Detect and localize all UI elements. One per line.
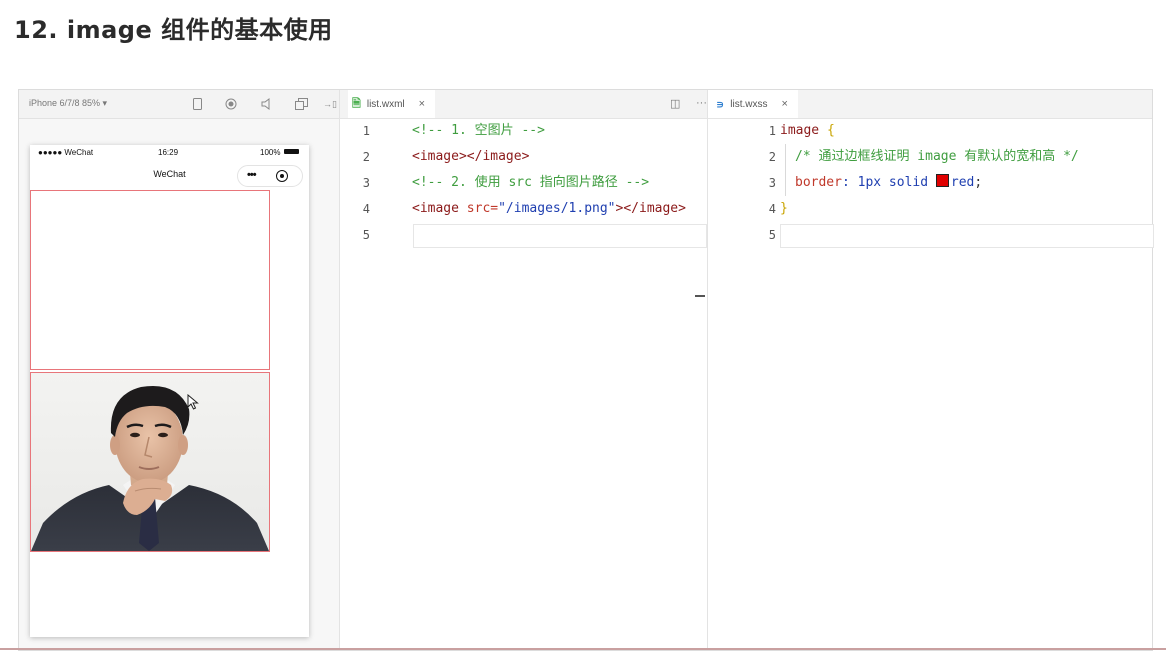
- code-content: <image src="/images/1.png"></image>: [412, 196, 686, 222]
- code-line: 4 <image src="/images/1.png"></image>: [340, 196, 707, 222]
- empty-image: [30, 190, 270, 370]
- record-icon[interactable]: [224, 97, 238, 111]
- wxss-tabbar: ∍ list.wxss ×: [708, 90, 1152, 119]
- code-comment: /* 通过边框线证明 image 有默认的宽和高 */: [795, 149, 1079, 164]
- line-number: 4: [768, 202, 776, 216]
- css-color-value: red: [950, 175, 975, 190]
- line-number: 1: [362, 124, 370, 138]
- css-brace: }: [780, 201, 788, 216]
- simulator-toolbar: iPhone 6/7/8 85% ▾ →▯: [19, 90, 339, 119]
- more-actions-icon[interactable]: ···: [696, 97, 707, 109]
- code-line: 2 /* 通过边框线证明 image 有默认的宽和高 */: [708, 144, 1152, 170]
- close-tab-icon[interactable]: ×: [419, 98, 425, 110]
- portrait-image: [30, 372, 270, 552]
- battery-icon: [284, 149, 299, 154]
- css-value: : 1px solid: [841, 175, 936, 190]
- code-string: "/images/1.png": [498, 201, 616, 216]
- status-time: 16:29: [158, 148, 179, 157]
- css-brace: {: [819, 123, 835, 138]
- devtools-window: iPhone 6/7/8 85% ▾ →▯ ●●●●● WeChat 16:29…: [18, 89, 1154, 651]
- more-menu-icon[interactable]: •••: [247, 169, 257, 181]
- line-number: 1: [768, 124, 776, 138]
- overview-ruler-marker: [695, 295, 705, 297]
- device-select[interactable]: iPhone 6/7/8 85% ▾: [29, 98, 107, 109]
- tab-list-wxml[interactable]: 🗎 list.wxml ×: [348, 90, 436, 118]
- code-line: 4 }: [708, 196, 1152, 222]
- tab-label: list.wxml: [366, 98, 405, 110]
- window-icon[interactable]: [294, 97, 308, 111]
- code-tag: <image: [412, 201, 467, 216]
- code-line: 5: [340, 222, 707, 248]
- line-number: 2: [768, 150, 776, 164]
- capsule-button: •••: [237, 165, 303, 187]
- tab-label: list.wxss: [730, 98, 768, 110]
- volume-icon[interactable]: [259, 97, 273, 111]
- line-number: 5: [768, 228, 776, 242]
- code-line: 5: [708, 222, 1152, 248]
- code-line: 1 image {: [708, 118, 1152, 144]
- code-tag: <image></image>: [412, 149, 530, 164]
- wxml-tabbar: 🗎 list.wxml × ◫ ···: [340, 90, 707, 119]
- close-tab-icon[interactable]: ×: [781, 98, 787, 110]
- phone-screen: ●●●●● WeChat 16:29 100% WeChat •••: [30, 145, 309, 637]
- line-number: 3: [768, 176, 776, 190]
- phone-icon[interactable]: [190, 97, 204, 111]
- wxml-file-icon: 🗎: [352, 97, 361, 110]
- code-line: 1 <!-- 1. 空图片 -->: [340, 118, 707, 144]
- split-editor-icon[interactable]: ◫: [670, 97, 680, 110]
- code-line: 3 border: 1px solid red;: [708, 170, 1152, 196]
- line-number: 5: [362, 228, 370, 242]
- wxml-editor: 🗎 list.wxml × ◫ ··· 1 <!-- 1. 空图片 --> 2 …: [340, 90, 708, 650]
- wxml-code-area[interactable]: 1 <!-- 1. 空图片 --> 2 <image></image> 3 <!…: [340, 118, 707, 650]
- line-number: 4: [362, 202, 370, 216]
- code-comment: <!-- 2. 使用 src 指向图片路径 -->: [412, 175, 650, 190]
- wxss-editor: ∍ list.wxss × 1 image { 2 /* 通过边框线证明 ima…: [708, 90, 1154, 650]
- css-semicolon: ;: [974, 175, 983, 190]
- line-number: 3: [362, 176, 370, 190]
- tab-list-wxss[interactable]: ∍ list.wxss ×: [708, 90, 798, 118]
- code-tag: ></image>: [615, 201, 686, 216]
- portrait-photo: [31, 373, 269, 551]
- bottom-divider: [0, 648, 1166, 650]
- wxss-file-icon: ∍: [716, 98, 725, 111]
- line-number: 2: [362, 150, 370, 164]
- slide-title: 12. image 组件的基本使用: [14, 16, 333, 44]
- mouse-cursor-icon: [187, 394, 199, 410]
- code-line: 3 <!-- 2. 使用 src 指向图片路径 -->: [340, 170, 707, 196]
- simulator-pane: iPhone 6/7/8 85% ▾ →▯ ●●●●● WeChat 16:29…: [19, 90, 340, 650]
- carrier-label: ●●●●● WeChat: [38, 148, 94, 157]
- color-swatch-icon[interactable]: [935, 174, 949, 187]
- collapse-panel-icon[interactable]: →▯: [323, 97, 337, 111]
- code-content: image {: [780, 118, 835, 144]
- code-attribute: src=: [466, 201, 499, 216]
- code-line: 2 <image></image>: [340, 144, 707, 170]
- css-property: border: [795, 175, 842, 190]
- wxss-code-area[interactable]: 1 image { 2 /* 通过边框线证明 image 有默认的宽和高 */ …: [708, 118, 1154, 650]
- navigation-bar: WeChat •••: [30, 161, 309, 189]
- battery-percent: 100%: [260, 148, 281, 157]
- code-content: border: 1px solid red;: [795, 170, 982, 196]
- css-selector: image: [780, 123, 820, 138]
- status-bar: ●●●●● WeChat 16:29 100%: [30, 145, 309, 159]
- code-comment: <!-- 1. 空图片 -->: [412, 123, 545, 138]
- close-miniprogram-icon[interactable]: [276, 170, 288, 182]
